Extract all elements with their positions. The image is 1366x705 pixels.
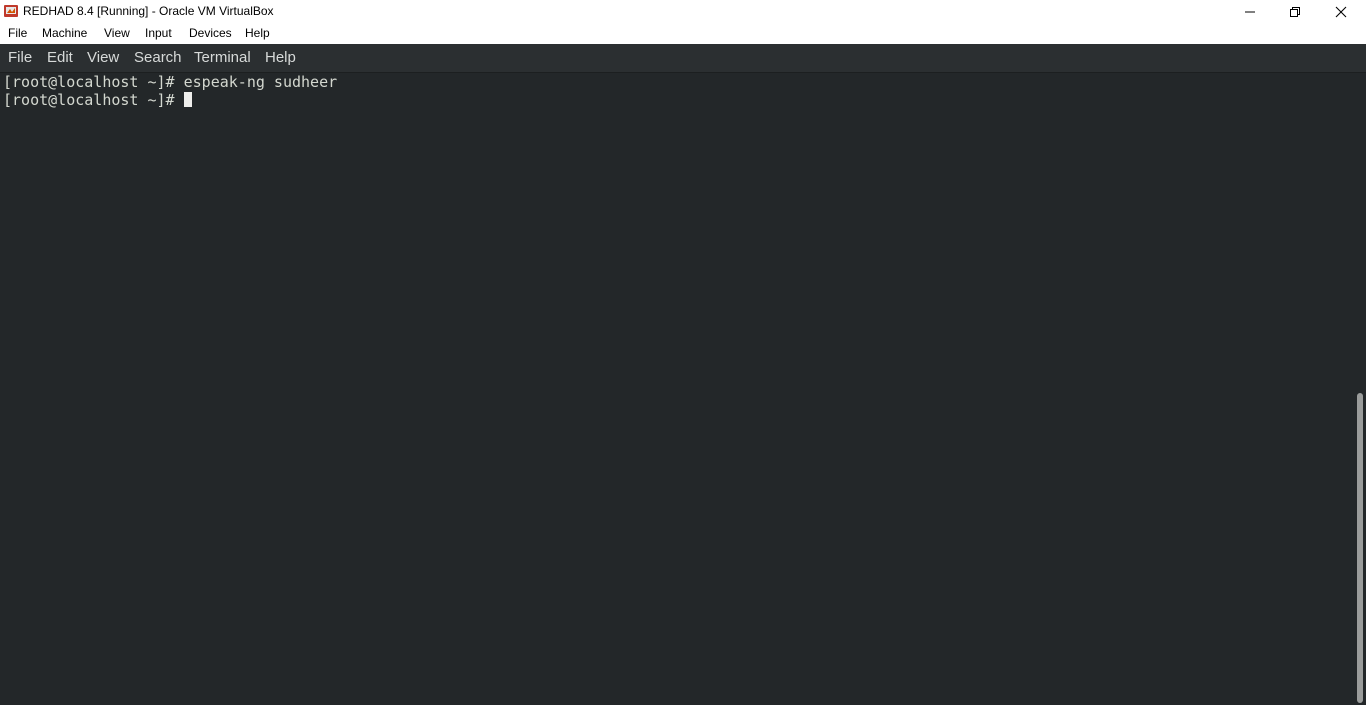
vbox-menu-view[interactable]: View (104, 26, 130, 40)
terminal-menu-search[interactable]: Search (134, 49, 182, 66)
vbox-menu-input[interactable]: Input (145, 26, 172, 40)
terminal-output[interactable]: [root@localhost ~]# espeak-ng sudheer [r… (0, 73, 1352, 705)
terminal-menu-view[interactable]: View (87, 49, 119, 66)
virtualbox-menu-bar: File Machine View Input Devices Help (0, 23, 1366, 44)
terminal-scrollbar[interactable] (1352, 73, 1366, 705)
terminal-menu-edit[interactable]: Edit (47, 49, 73, 66)
minimize-button[interactable] (1227, 0, 1273, 23)
command-text (175, 91, 184, 109)
minimize-icon (1244, 6, 1256, 18)
vbox-menu-file[interactable]: File (8, 26, 27, 40)
terminal-menu-terminal[interactable]: Terminal (194, 49, 251, 66)
window-title-bar: REDHAD 8.4 [Running] - Oracle VM Virtual… (0, 0, 1366, 23)
guest-display[interactable]: File Edit View Search Terminal Help [roo… (0, 44, 1366, 705)
vbox-menu-machine[interactable]: Machine (42, 26, 87, 40)
close-icon (1335, 6, 1347, 18)
terminal-menu-bar: File Edit View Search Terminal Help (0, 44, 1366, 73)
shell-prompt: [root@localhost ~]# (3, 73, 175, 91)
terminal-menu-file[interactable]: File (8, 49, 32, 66)
restore-button[interactable] (1272, 0, 1318, 23)
restore-icon (1289, 6, 1301, 18)
text-cursor (183, 92, 192, 107)
window-title: REDHAD 8.4 [Running] - Oracle VM Virtual… (23, 4, 274, 18)
terminal-line: [root@localhost ~]# (3, 91, 192, 109)
vbox-menu-help[interactable]: Help (245, 26, 270, 40)
shell-prompt: [root@localhost ~]# (3, 91, 175, 109)
command-text: espeak-ng sudheer (174, 73, 338, 91)
close-button[interactable] (1318, 0, 1364, 23)
terminal-menu-help[interactable]: Help (265, 49, 296, 66)
vbox-menu-devices[interactable]: Devices (189, 26, 232, 40)
terminal-line: [root@localhost ~]# espeak-ng sudheer (3, 73, 337, 91)
virtualbox-icon (3, 3, 19, 19)
scrollbar-thumb[interactable] (1357, 393, 1363, 703)
